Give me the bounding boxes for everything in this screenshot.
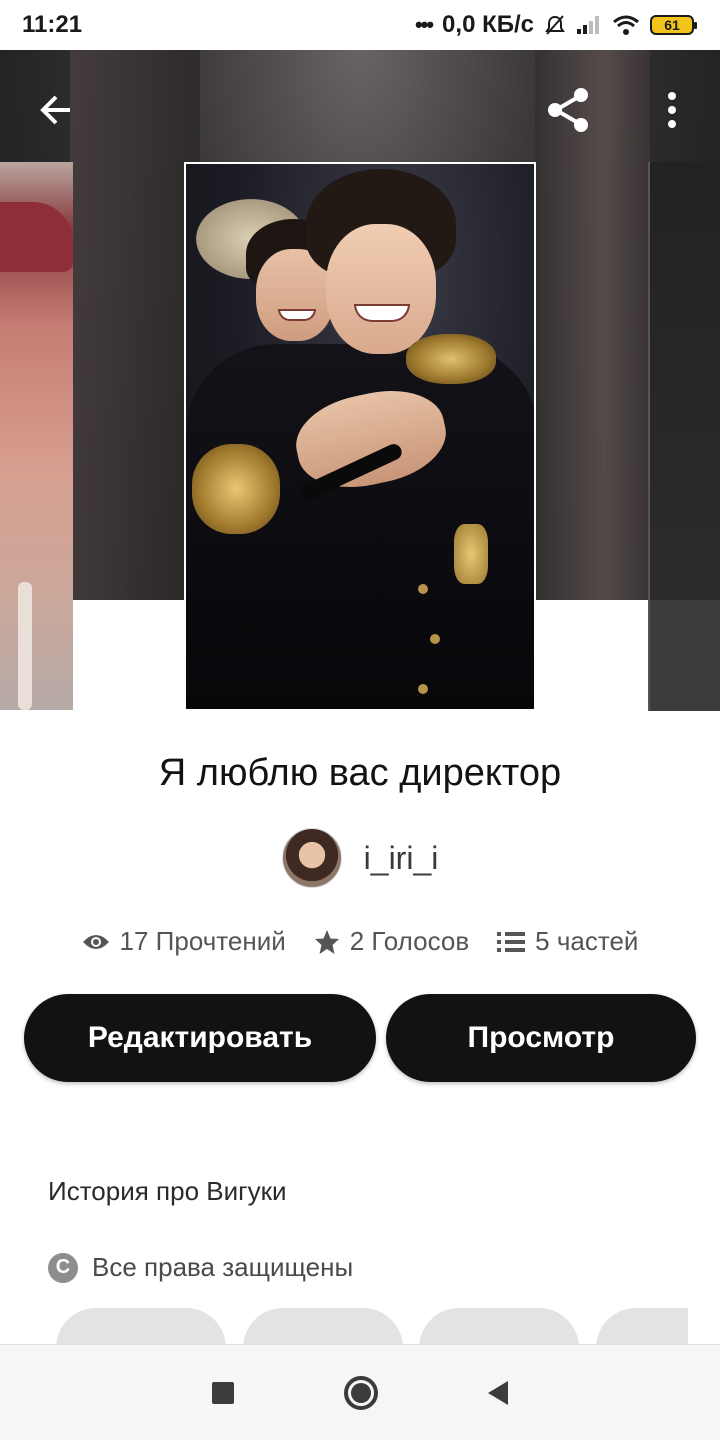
status-time: 11:21 xyxy=(22,11,83,38)
tag-chip[interactable] xyxy=(56,1308,226,1344)
action-buttons: Редактировать Просмотр xyxy=(24,994,696,1082)
edit-button[interactable]: Редактировать xyxy=(24,994,376,1082)
votes-stat: 2 Голосов xyxy=(314,926,469,957)
copyright-icon: C xyxy=(48,1252,78,1283)
share-icon xyxy=(548,88,588,132)
story-stats: 17 Прочтений 2 Голосов 5 частей xyxy=(0,926,720,957)
system-nav-bar xyxy=(0,1344,720,1440)
tags-row xyxy=(56,1308,688,1344)
tag-chip[interactable] xyxy=(596,1308,688,1344)
parts-count: 5 частей xyxy=(535,926,639,956)
wifi-icon xyxy=(613,15,639,35)
tag-chip[interactable] xyxy=(243,1308,403,1344)
previous-cover[interactable] xyxy=(0,162,73,710)
more-vertical-icon xyxy=(668,92,676,128)
mute-bell-icon xyxy=(545,15,565,35)
more-menu-button[interactable] xyxy=(642,80,702,140)
story-description: История про Вигуки xyxy=(48,1176,287,1206)
tag-chip[interactable] xyxy=(419,1308,579,1344)
story-title: Я люблю вас директор xyxy=(158,752,562,794)
next-cover[interactable] xyxy=(648,162,720,711)
arrow-left-icon xyxy=(40,95,70,125)
view-button[interactable]: Просмотр xyxy=(386,994,696,1082)
copyright-row: C Все права защищены xyxy=(48,1252,353,1283)
recents-icon[interactable] xyxy=(212,1381,234,1404)
status-bar: 11:21 ••• 0,0 КБ/с 61 xyxy=(0,0,720,50)
reads-count: 17 Прочтений xyxy=(119,926,286,956)
battery-icon: 61 xyxy=(650,15,697,35)
reads-stat: 17 Прочтений xyxy=(82,926,286,957)
author-row[interactable]: i_iri_i xyxy=(0,828,720,888)
home-icon[interactable] xyxy=(344,1375,378,1410)
parts-stat[interactable]: 5 частей xyxy=(497,926,638,957)
story-cover-image[interactable] xyxy=(184,162,536,711)
star-icon xyxy=(314,929,339,954)
list-icon xyxy=(497,931,526,952)
copyright-text: Все права защищены xyxy=(92,1252,354,1282)
network-speed: 0,0 КБ/с xyxy=(442,11,534,38)
back-icon[interactable] xyxy=(488,1380,508,1405)
share-button[interactable] xyxy=(538,80,598,140)
votes-count: 2 Голосов xyxy=(349,926,470,956)
signal-icon xyxy=(577,16,599,34)
back-button[interactable] xyxy=(26,80,86,140)
eye-icon xyxy=(82,934,109,949)
more-dots-icon: ••• xyxy=(414,12,434,37)
author-name[interactable]: i_iri_i xyxy=(364,840,439,877)
status-icons: ••• 0,0 КБ/с 61 xyxy=(414,11,697,39)
avatar[interactable] xyxy=(281,828,342,888)
